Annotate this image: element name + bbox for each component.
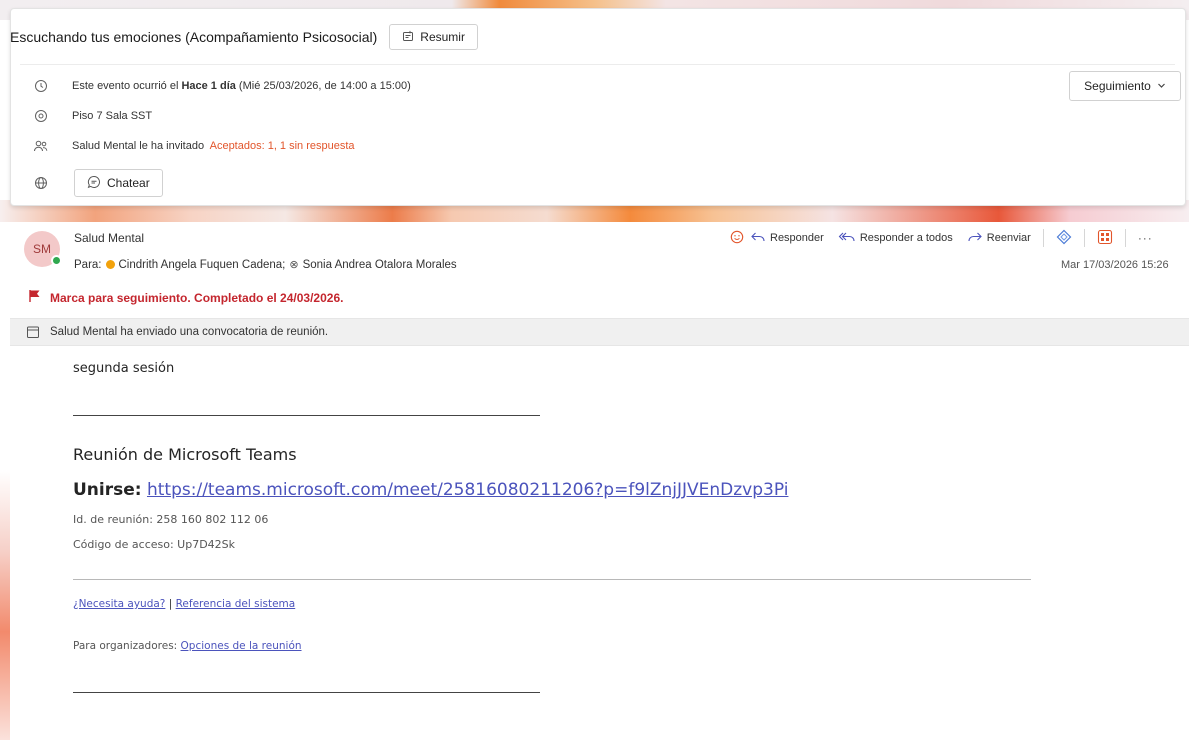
meeting-options-link[interactable]: Opciones de la reunión <box>181 640 302 652</box>
reply-label: Responder <box>770 232 824 244</box>
forward-arrow-icon <box>967 231 983 246</box>
meeting-title-row: Escuchando tus emociones (Acompañamiento… <box>10 24 478 50</box>
reply-all-button[interactable]: Responder a todos <box>838 231 953 246</box>
organizers-prefix: Para organizadores: <box>73 640 178 652</box>
forward-label: Reenviar <box>986 232 1031 244</box>
online-meeting-row <box>32 174 50 192</box>
summarize-label: Resumir <box>420 30 465 44</box>
join-line: Unirse: https://teams.microsoft.com/meet… <box>73 480 788 500</box>
toolbar-separator <box>1042 229 1044 247</box>
attendees-row: Salud Mental le ha invitado Aceptados: 1… <box>32 137 355 155</box>
recipient-2[interactable]: Sonia Andrea Otalora Morales <box>303 259 457 271</box>
location-row: Piso 7 Sala SST <box>32 107 152 125</box>
meeting-notice-bar: Salud Mental ha enviado una convocatoria… <box>10 318 1189 346</box>
reply-button[interactable]: Responder <box>750 231 824 246</box>
event-time-row: Este evento ocurrió el Hace 1 día (Mié 2… <box>32 77 411 95</box>
meeting-notice-text: Salud Mental ha enviado una convocatoria… <box>50 326 329 338</box>
app-grid-icon <box>1097 229 1113 248</box>
message-date: Mar 17/03/2026 15:26 <box>1061 259 1169 271</box>
calendar-icon <box>26 325 40 339</box>
body-intro: segunda sesión <box>73 361 175 376</box>
body-divider-bottom <box>73 692 540 693</box>
join-label: Unirse: <box>73 480 142 500</box>
teams-heading: Reunión de Microsoft Teams <box>73 445 297 464</box>
location-text: Piso 7 Sala SST <box>72 110 153 122</box>
people-icon <box>32 137 50 155</box>
smiley-icon <box>730 230 744 247</box>
join-meeting-link[interactable]: https://teams.microsoft.com/meet/2581608… <box>147 480 788 500</box>
chevron-down-icon <box>1157 79 1166 93</box>
location-pin-icon <box>32 107 50 125</box>
chat-label: Chatear <box>107 176 150 190</box>
chat-icon <box>87 175 101 192</box>
event-time-relative: Hace 1 día <box>181 80 236 92</box>
recipients-line: Para: Cindrith Angela Fuquen Cadena; ⊗ S… <box>74 258 457 272</box>
summarize-icon <box>402 30 414 45</box>
emoji-reaction-button[interactable] <box>730 230 744 247</box>
summarize-button[interactable]: Resumir <box>389 24 478 50</box>
body-divider-top <box>73 415 540 416</box>
reply-arrow-icon <box>750 231 766 246</box>
message-actions-toolbar: Responder Responder a todos Reenviar ··· <box>730 228 1153 248</box>
reply-all-label: Responder a todos <box>859 232 953 244</box>
invited-by-text: Salud Mental le ha invitado <box>72 140 205 152</box>
link-separator: | <box>168 598 173 610</box>
flag-text: Marca para seguimiento. Completado el 24… <box>50 290 344 305</box>
presence-unknown-icon: ⊗ <box>289 259 299 271</box>
more-options-button[interactable]: ··· <box>1138 231 1153 245</box>
passcode: Código de acceso: Up7D42Sk <box>73 538 236 551</box>
toolbar-separator <box>1083 229 1085 247</box>
system-reference-link[interactable]: Referencia del sistema <box>176 598 296 610</box>
help-link[interactable]: ¿Necesita ayuda? <box>73 598 165 610</box>
presence-away-icon <box>105 260 115 269</box>
sender-name[interactable]: Salud Mental <box>74 231 144 245</box>
recipient-1[interactable]: Cindrith Angela Fuquen Cadena; <box>119 259 286 271</box>
toolbar-separator <box>1124 229 1126 247</box>
flag-status: Marca para seguimiento. Completado el 24… <box>28 289 343 306</box>
loop-icon <box>1056 229 1072 248</box>
ellipsis-icon: ··· <box>1137 231 1153 245</box>
meeting-id: Id. de reunión: 258 160 802 112 06 <box>73 513 269 526</box>
followup-label: Seguimiento <box>1084 79 1151 93</box>
forward-button[interactable]: Reenviar <box>967 231 1031 246</box>
help-links: ¿Necesita ayuda? | Referencia del sistem… <box>73 598 295 610</box>
chat-button[interactable]: Chatear <box>74 169 163 197</box>
event-time-text: Este evento ocurrió el Hace 1 día (Mié 2… <box>72 80 411 92</box>
apps-button[interactable] <box>1097 229 1113 248</box>
body-divider-middle <box>73 579 1031 580</box>
attendance-status-link[interactable]: Aceptados: 1, 1 sin respuesta <box>210 140 355 152</box>
reply-all-arrow-icon <box>838 231 856 246</box>
globe-icon <box>32 174 50 192</box>
card-divider <box>20 64 1175 65</box>
to-label: Para: <box>74 258 102 271</box>
attendees-text: Salud Mental le ha invitado Aceptados: 1… <box>72 140 355 152</box>
meeting-title: Escuchando tus emociones (Acompañamiento… <box>10 29 378 45</box>
organizers-line: Para organizadores: Opciones de la reuni… <box>73 640 302 652</box>
followup-button[interactable]: Seguimiento <box>1069 71 1181 101</box>
loop-button[interactable] <box>1056 229 1072 248</box>
background-left-edge <box>0 470 10 740</box>
presence-available-icon <box>51 255 62 266</box>
flag-icon <box>28 289 42 306</box>
event-time-prefix: Este evento ocurrió el <box>72 80 182 92</box>
clock-icon <box>32 77 50 95</box>
event-time-range: (Mié 25/03/2026, de 14:00 a 15:00) <box>235 80 411 92</box>
